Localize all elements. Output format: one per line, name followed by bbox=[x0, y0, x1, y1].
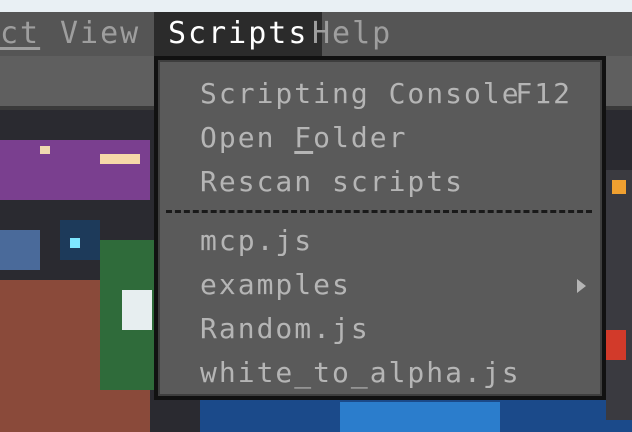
menu-item-scripting-console[interactable]: Scripting Console F12 bbox=[160, 72, 600, 116]
canvas-art-sparkle bbox=[70, 238, 80, 248]
menu-item-label: mcp.js bbox=[200, 224, 314, 257]
canvas-art-blue bbox=[0, 230, 40, 270]
menu-scripts[interactable]: Scripts bbox=[154, 12, 323, 56]
menu-item-white-to-alpha-js[interactable]: white_to_alpha.js bbox=[160, 351, 600, 395]
menu-view[interactable]: View bbox=[60, 12, 140, 56]
menu-help-label: Help bbox=[312, 16, 393, 51]
scripts-dropdown-menu: Scripting Console F12 Open Folder Rescan… bbox=[154, 56, 606, 400]
menu-view-label: View bbox=[60, 16, 141, 51]
menu-edit[interactable]: ct bbox=[0, 12, 40, 56]
menu-item-label: Rescan scripts bbox=[200, 165, 465, 198]
menu-item-mcp-js[interactable]: mcp.js bbox=[160, 219, 600, 263]
menu-item-label-post: older bbox=[313, 121, 408, 154]
canvas-art-right bbox=[606, 170, 632, 420]
menu-item-label: white_to_alpha.js bbox=[200, 356, 521, 389]
menu-item-label-mnemonic: F bbox=[294, 121, 314, 154]
menu-item-examples[interactable]: examples bbox=[160, 263, 600, 307]
canvas-art-dot bbox=[100, 154, 140, 164]
chevron-right-icon bbox=[577, 279, 586, 293]
menu-item-rescan-scripts[interactable]: Rescan scripts bbox=[160, 160, 600, 204]
menu-item-open-folder[interactable]: Open Folder bbox=[160, 116, 600, 160]
canvas-art-orange bbox=[612, 180, 626, 194]
menu-item-random-js[interactable]: Random.js bbox=[160, 307, 600, 351]
menu-help[interactable]: Help bbox=[312, 12, 392, 56]
canvas-art-red bbox=[606, 330, 626, 360]
canvas-art-purple bbox=[0, 140, 150, 200]
shortcut-label: F12 bbox=[515, 77, 572, 110]
scripts-dropdown-panel: Scripting Console F12 Open Folder Rescan… bbox=[158, 60, 602, 396]
canvas-art-white bbox=[122, 290, 152, 330]
canvas-art-dot bbox=[40, 146, 50, 154]
canvas-art-navy bbox=[60, 220, 100, 260]
menu-item-label: Random.js bbox=[200, 312, 370, 345]
menubar: ct View Scripts Help bbox=[0, 12, 632, 56]
menu-item-label: Scripting Console bbox=[200, 77, 521, 110]
menu-item-label-pre: Open bbox=[200, 121, 295, 154]
canvas-art-water-light bbox=[340, 402, 500, 432]
menu-item-label: examples bbox=[200, 268, 351, 301]
window-top-strip bbox=[0, 0, 632, 12]
menu-scripts-label: Scripts bbox=[168, 16, 309, 51]
menu-edit-label: ct bbox=[0, 16, 41, 51]
menu-separator bbox=[166, 210, 592, 213]
